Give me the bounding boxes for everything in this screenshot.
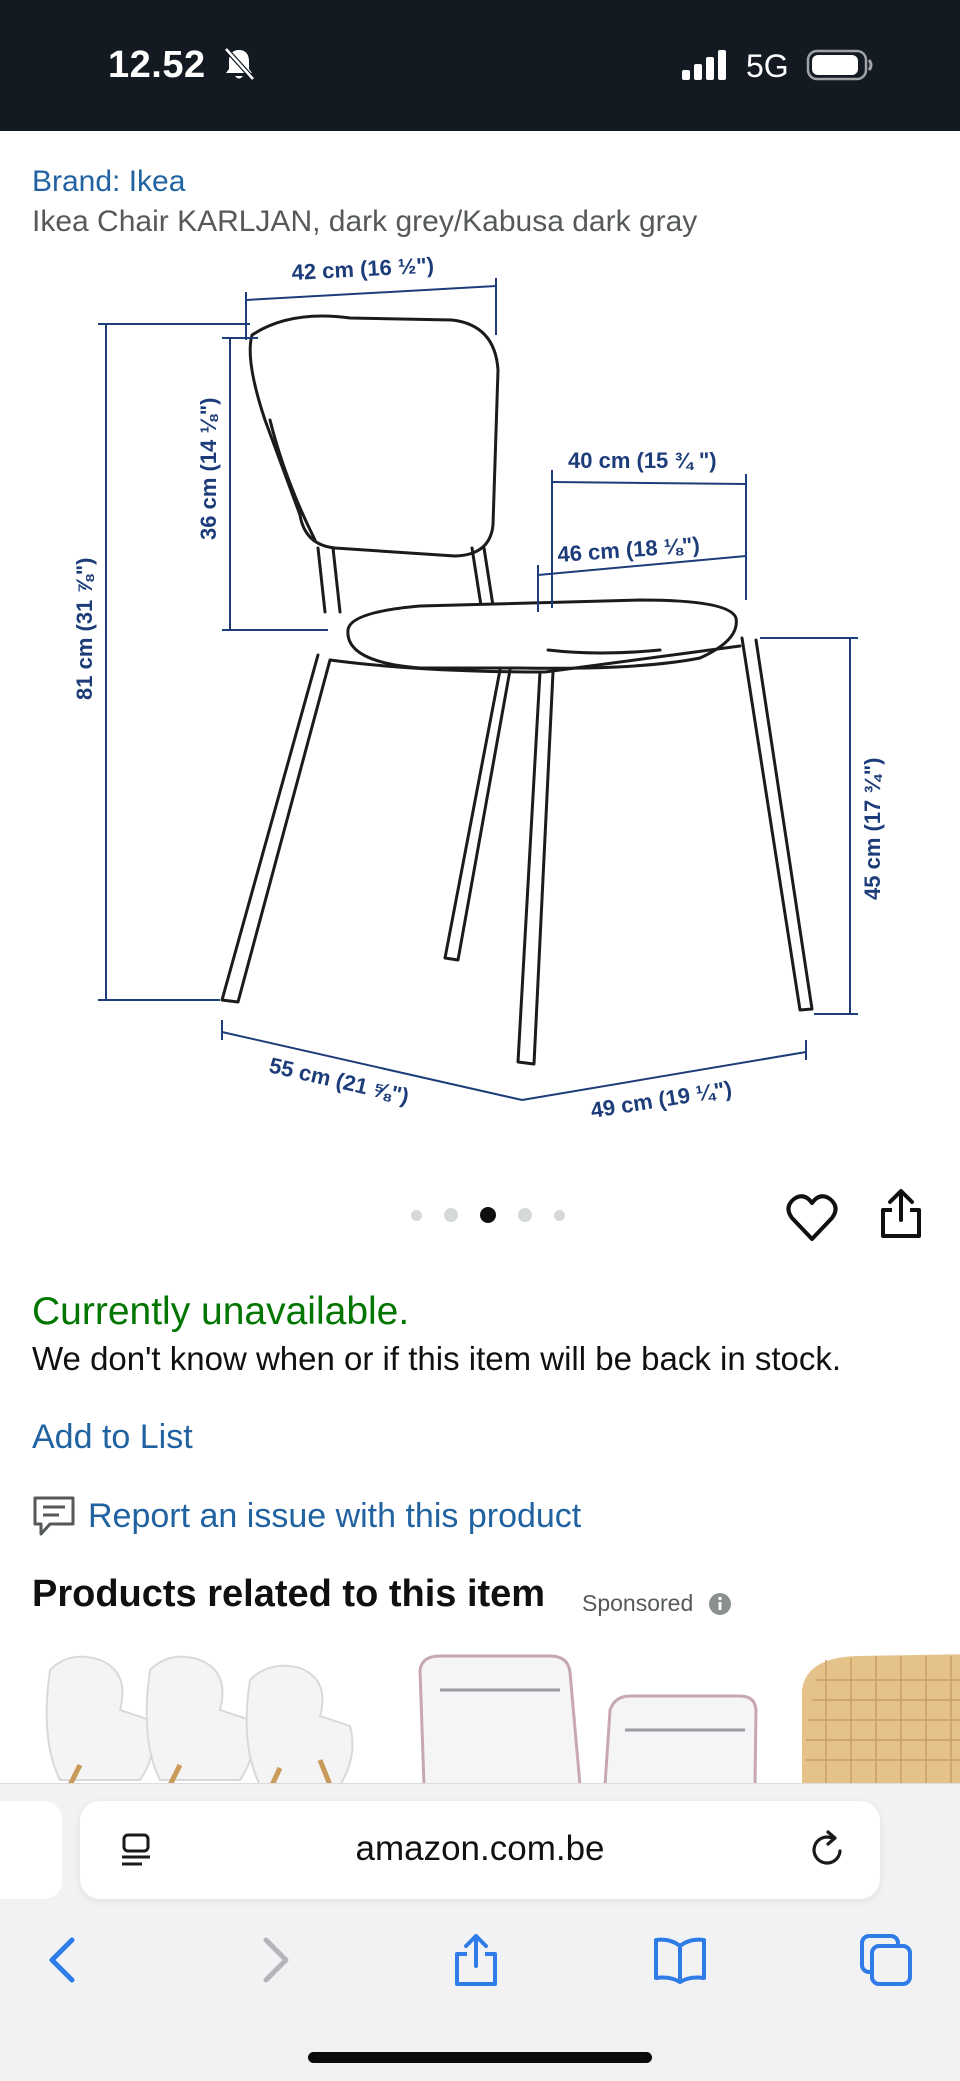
report-issue-link[interactable]: Report an issue with this product: [88, 1497, 581, 1536]
add-to-list-link[interactable]: Add to List: [32, 1418, 193, 1457]
dimension-seat-height: 45 cm (17 ¾"): [860, 757, 885, 900]
related-product-3[interactable]: [796, 1650, 960, 1785]
sponsored-label: Sponsored: [582, 1590, 694, 1616]
back-icon[interactable]: [36, 1932, 92, 1988]
reload-icon[interactable]: [808, 1829, 848, 1871]
status-time: 12.52: [108, 44, 206, 86]
carousel-dot[interactable]: [411, 1209, 422, 1221]
share-icon[interactable]: [878, 1188, 924, 1240]
related-heading: Products related to this item: [32, 1573, 546, 1615]
url-text[interactable]: amazon.com.be: [80, 1829, 880, 1869]
network-label: 5G: [746, 48, 789, 84]
chair-drawing: [220, 314, 814, 1066]
product-image[interactable]: 42 cm (16 ½") 36 cm (14 ⅛") 81 cm (31 ⅞"…: [60, 250, 900, 1130]
carousel-dot[interactable]: [480, 1207, 496, 1223]
related-product-2[interactable]: [410, 1650, 760, 1785]
report-issue-row[interactable]: Report an issue with this product: [32, 1494, 581, 1538]
heart-icon[interactable]: [786, 1193, 838, 1243]
battery-icon: [806, 49, 873, 81]
related-product-1[interactable]: [40, 1650, 370, 1785]
stock-note: We don't know when or if this item will …: [32, 1340, 842, 1377]
brand-link[interactable]: Brand: Ikea: [32, 165, 185, 199]
address-bar[interactable]: amazon.com.be: [80, 1801, 880, 1899]
bell-muted-icon: [224, 47, 255, 81]
availability-status: Currently unavailable.: [32, 1290, 410, 1333]
status-bar: 12.52 5G: [0, 0, 960, 131]
browser-toolbar: amazon.com.be: [0, 1783, 960, 2081]
feedback-icon: [33, 1496, 75, 1536]
carousel-dot[interactable]: [554, 1209, 565, 1221]
related-carousel[interactable]: [0, 1650, 960, 1785]
dimension-top-width: 42 cm (16 ½"): [291, 253, 435, 285]
carousel-dots[interactable]: [400, 1207, 576, 1223]
signal-icon: [682, 50, 726, 80]
dimension-back-height: 36 cm (14 ⅛"): [196, 397, 221, 540]
info-icon[interactable]: [708, 1592, 732, 1616]
product-title: Ikea Chair KARLJAN, dark grey/Kabusa dar…: [32, 205, 698, 238]
carousel-dot[interactable]: [518, 1208, 532, 1222]
dimension-seat-width: 40 cm (15 ¾ "): [568, 448, 717, 473]
dimension-width: 49 cm (19 ¼"): [589, 1076, 734, 1123]
forward-icon[interactable]: [246, 1932, 302, 1988]
dimension-depth: 55 cm (21 ⅝"): [267, 1053, 411, 1109]
share-sheet-icon[interactable]: [448, 1932, 504, 1988]
tabs-icon[interactable]: [858, 1932, 914, 1988]
dimension-total-height: 81 cm (31 ⅞"): [72, 557, 97, 700]
previous-tab-preview[interactable]: [0, 1801, 62, 1899]
bookmarks-icon[interactable]: [652, 1932, 708, 1988]
carousel-dot[interactable]: [444, 1208, 458, 1222]
home-indicator[interactable]: [308, 2052, 652, 2063]
